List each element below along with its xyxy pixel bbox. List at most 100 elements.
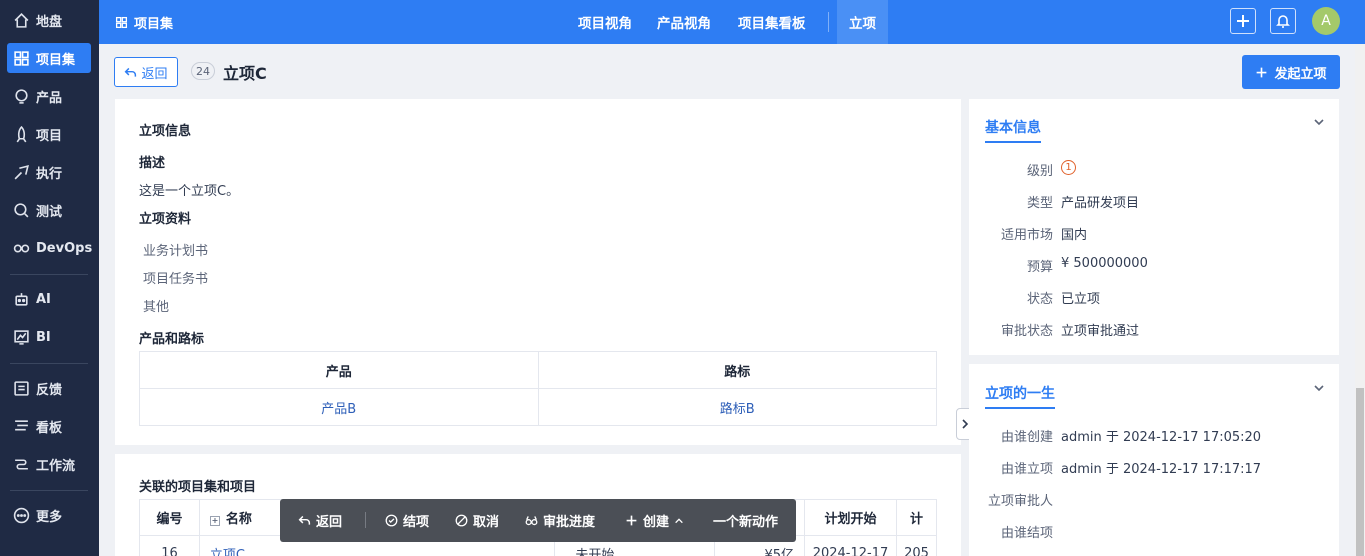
id-badge: 24 — [191, 62, 215, 80]
budget-label: 预算 — [1026, 260, 1053, 275]
description-label: 描述 — [139, 156, 166, 171]
workflow-icon — [15, 458, 28, 470]
sidebar-item-devops[interactable]: DevOps — [7, 233, 92, 263]
check-circle-icon — [385, 514, 398, 527]
back-action-button[interactable]: 返回 — [298, 499, 342, 542]
expand-all-icon[interactable]: + — [209, 516, 220, 526]
sidebar-item-kanban[interactable]: 看板 — [7, 411, 91, 441]
tab-product-view[interactable]: 产品视角 — [645, 0, 723, 44]
chevron-down-icon[interactable] — [1313, 116, 1325, 128]
sidebar-item-ai[interactable]: AI — [7, 284, 91, 314]
sidebar-item-product[interactable]: 产品 — [7, 81, 91, 111]
sidebar-item-dashboard[interactable]: 地盘 — [7, 5, 91, 35]
lifecycle-title[interactable]: 立项的一生 — [985, 383, 1055, 409]
back-arrow-icon — [298, 515, 311, 525]
created-by-value: admin 于 2024-12-17 17:05:20 — [1061, 430, 1262, 445]
sidebar: 地盘 项目集 产品 项目 执行 测试 DevOps AI BI 反馈 看板 工作… — [0, 0, 99, 556]
status-value: 已立项 — [1061, 292, 1101, 307]
sidebar-item-workflow[interactable]: 工作流 — [7, 449, 91, 479]
table-row: 产品B 路标B — [139, 388, 937, 426]
approver-label: 立项审批人 — [987, 494, 1053, 509]
roadmap-link[interactable]: 路标B — [537, 388, 937, 426]
sidebar-item-execution[interactable]: 执行 — [7, 157, 91, 187]
type-value: 产品研发项目 — [1061, 196, 1140, 211]
robot-icon — [15, 292, 28, 306]
type-label: 类型 — [1026, 196, 1053, 211]
create-button[interactable] — [1230, 8, 1256, 34]
column-product: 产品 — [139, 351, 539, 389]
ban-icon — [455, 514, 468, 527]
tab-charter[interactable]: 立项 — [837, 0, 888, 44]
docs-label: 立项资料 — [139, 212, 192, 227]
create-dropdown-button[interactable]: 创建 — [625, 499, 684, 542]
grid-icon — [14, 50, 29, 66]
chartered-by-value: admin 于 2024-12-17 17:17:17 — [1061, 462, 1262, 477]
products-label: 产品和路标 — [139, 332, 205, 347]
tab-program-kanban[interactable]: 项目集看板 — [726, 0, 818, 44]
level-label: 级别 — [1026, 164, 1053, 179]
doc-item-other[interactable]: 其他 — [143, 296, 169, 315]
table-header-row: 产品 路标 — [139, 351, 937, 389]
tab-project-view[interactable]: 项目视角 — [566, 0, 644, 44]
doc-item-task-book[interactable]: 项目任务书 — [143, 268, 208, 287]
sidebar-item-feedback[interactable]: 反馈 — [7, 373, 91, 403]
action-toolbar: 返回 结项 取消 审批进度 创建 一个新动作 — [280, 499, 796, 542]
column-roadmap: 路标 — [537, 351, 937, 389]
column-plan-start: 计划开始 — [804, 499, 897, 536]
notification-button[interactable] — [1270, 8, 1296, 34]
sidebar-divider — [10, 274, 88, 275]
sidebar-divider — [10, 363, 88, 364]
sidebar-item-test[interactable]: 测试 — [7, 195, 91, 225]
budget-value: ¥ 500000000 — [1061, 256, 1148, 271]
row-id: 16 — [139, 535, 200, 556]
cancel-charter-button[interactable]: 取消 — [455, 499, 499, 542]
sidebar-item-project[interactable]: 项目 — [7, 119, 91, 149]
launch-charter-button[interactable]: 发起立项 — [1242, 55, 1340, 89]
top-bar: 项目集 项目视角 产品视角 项目集看板 立项 A — [99, 0, 1365, 44]
row-plan-end: 205 — [895, 535, 938, 556]
plus-icon — [626, 515, 637, 526]
column-plan-end: 计 — [895, 499, 938, 536]
created-by-label: 由谁创建 — [1000, 430, 1053, 445]
approval-progress-button[interactable]: 审批进度 — [525, 499, 595, 542]
row-plan-start: 2024-12-17 — [804, 535, 897, 556]
rocket-icon — [16, 125, 27, 142]
sidebar-item-bi[interactable]: BI — [7, 322, 91, 352]
column-id: 编号 — [139, 499, 200, 536]
market-label: 适用市场 — [1000, 228, 1053, 243]
sidebar-divider — [10, 490, 88, 491]
home-icon — [14, 12, 29, 28]
breadcrumb[interactable]: 项目集 — [115, 0, 173, 44]
product-link[interactable]: 产品B — [139, 388, 539, 426]
chevron-up-icon — [675, 517, 683, 523]
bell-icon — [1276, 15, 1290, 28]
back-arrow-icon — [125, 67, 137, 77]
chartered-by-label: 由谁立项 — [1000, 462, 1053, 477]
chevron-down-icon[interactable] — [1313, 382, 1325, 394]
lightbulb-icon — [15, 88, 28, 104]
plus-icon — [1237, 15, 1249, 27]
glasses-icon — [525, 516, 538, 526]
basic-info-title[interactable]: 基本信息 — [985, 117, 1041, 143]
approval-status-value: 立项审批通过 — [1061, 324, 1140, 339]
run-icon — [14, 164, 29, 179]
sidebar-item-program[interactable]: 项目集 — [7, 43, 91, 73]
more-icon — [13, 507, 30, 523]
infinity-icon — [13, 244, 30, 252]
feedback-icon — [14, 380, 29, 396]
chart-icon — [14, 329, 29, 345]
page-title: 立项C — [223, 64, 267, 83]
new-action-button[interactable]: 一个新动作 — [713, 499, 778, 542]
grid-icon — [115, 16, 128, 28]
approval-status-label: 审批状态 — [1000, 324, 1053, 339]
doc-item-business-plan[interactable]: 业务计划书 — [143, 240, 208, 259]
kanban-icon — [15, 419, 28, 430]
sidebar-item-more[interactable]: 更多 — [7, 500, 91, 530]
status-label: 状态 — [1026, 292, 1053, 307]
level-value: 1 — [1061, 159, 1076, 175]
back-button[interactable]: 返回 — [114, 57, 178, 87]
close-charter-button[interactable]: 结项 — [385, 499, 429, 542]
avatar[interactable]: A — [1312, 7, 1340, 35]
scrollbar-thumb[interactable] — [1356, 388, 1364, 556]
market-value: 国内 — [1061, 228, 1088, 243]
